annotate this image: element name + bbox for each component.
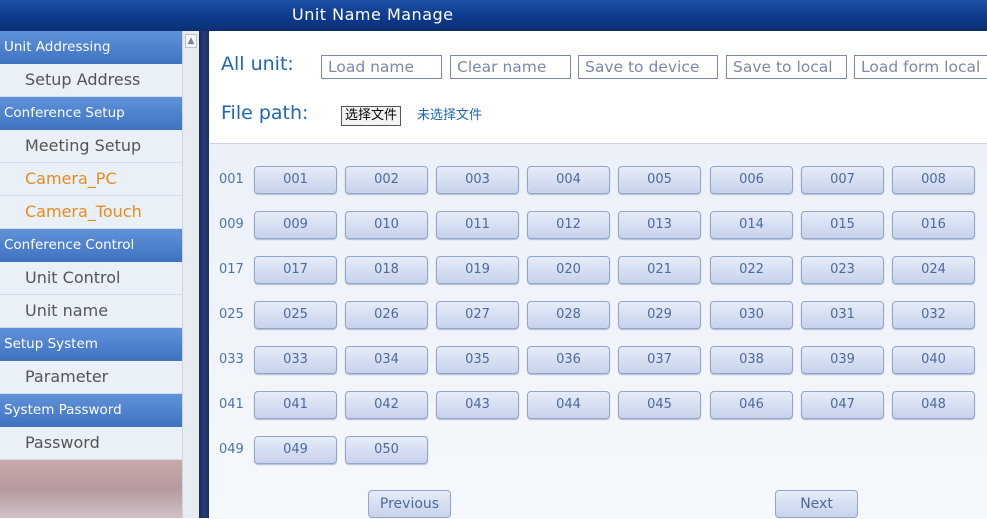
previous-button[interactable]: Previous [368,490,451,518]
unit-button[interactable]: 018 [345,256,428,284]
row-label: 001 [219,172,244,187]
unit-button[interactable]: 010 [345,211,428,239]
main-panel: All unit: Load name Clear name Save to d… [209,31,987,519]
unit-button[interactable]: 021 [618,256,701,284]
sidebar-section-header[interactable]: Conference Control [0,229,182,262]
unit-button[interactable]: 038 [710,346,793,374]
save-to-device-button[interactable]: Save to device [578,55,718,79]
sidebar-section-header[interactable]: Unit Addressing [0,31,182,64]
load-name-button[interactable]: Load name [321,55,442,79]
sidebar-section-header[interactable]: Setup System [0,328,182,361]
unit-button[interactable]: 025 [254,301,337,329]
unit-button[interactable]: 042 [345,391,428,419]
unit-button[interactable]: 017 [254,256,337,284]
unit-button[interactable]: 036 [527,346,610,374]
save-to-local-button[interactable]: Save to local [726,55,847,79]
scroll-up-arrow-icon[interactable]: ▲ [185,34,197,48]
unit-button[interactable]: 029 [618,301,701,329]
unit-button[interactable]: 048 [892,391,975,419]
unit-button[interactable]: 015 [801,211,884,239]
unit-button[interactable]: 049 [254,436,337,464]
unit-button[interactable]: 004 [527,166,610,194]
unit-button[interactable]: 031 [801,301,884,329]
unit-button[interactable]: 006 [710,166,793,194]
unit-button[interactable]: 050 [345,436,428,464]
unit-button[interactable]: 028 [527,301,610,329]
unit-button[interactable]: 032 [892,301,975,329]
sidebar-item[interactable]: Meeting Setup [0,130,182,163]
unit-button[interactable]: 008 [892,166,975,194]
row-label: 033 [219,352,244,367]
choose-file-button[interactable]: 选择文件 [341,106,402,126]
sidebar-item[interactable]: Camera_PC [0,163,182,196]
unit-button[interactable]: 005 [618,166,701,194]
unit-button[interactable]: 033 [254,346,337,374]
sidebar-scrollbar[interactable]: ▲ [182,31,199,518]
unit-button[interactable]: 024 [892,256,975,284]
unit-button[interactable]: 007 [801,166,884,194]
unit-button[interactable]: 002 [345,166,428,194]
unit-button[interactable]: 019 [436,256,519,284]
unit-button[interactable]: 040 [892,346,975,374]
unit-button[interactable]: 043 [436,391,519,419]
sidebar-item[interactable]: Unit name [0,295,182,328]
sidebar: Unit Addressing Setup Address Conference S… [0,31,182,518]
unit-button[interactable]: 013 [618,211,701,239]
panel-divider [199,31,209,518]
unit-grid: 001 001 002 003 004 005 006 007 008 009 009 010 011 0… [210,143,987,519]
file-path-label: File path: [221,102,309,124]
sidebar-item[interactable]: Unit Control [0,262,182,295]
unit-button[interactable]: 011 [436,211,519,239]
unit-button[interactable]: 046 [710,391,793,419]
row-label: 017 [219,262,244,277]
sidebar-item[interactable]: Setup Address [0,64,182,97]
sidebar-section-header[interactable]: Conference Setup [0,97,182,130]
page-title: Unit Name Manage [292,5,454,24]
row-label: 009 [219,217,244,232]
row-label: 041 [219,397,244,412]
unit-button[interactable]: 039 [801,346,884,374]
title-bar: Unit Name Manage [0,0,987,32]
file-status-text: 未选择文件 [417,108,483,123]
unit-button[interactable]: 023 [801,256,884,284]
unit-button[interactable]: 034 [345,346,428,374]
unit-button[interactable]: 020 [527,256,610,284]
next-button[interactable]: Next [775,490,858,518]
sidebar-section-header[interactable]: System Password [0,394,182,427]
unit-button[interactable]: 027 [436,301,519,329]
unit-button[interactable]: 026 [345,301,428,329]
unit-button[interactable]: 001 [254,166,337,194]
row-label: 049 [219,442,244,457]
unit-button[interactable]: 003 [436,166,519,194]
sidebar-item[interactable]: Parameter [0,361,182,394]
sidebar-item[interactable]: Password [0,427,182,460]
unit-button[interactable]: 041 [254,391,337,419]
unit-button[interactable]: 016 [892,211,975,239]
unit-button[interactable]: 035 [436,346,519,374]
unit-button[interactable]: 030 [710,301,793,329]
load-from-local-button[interactable]: Load form local [854,55,987,79]
unit-button[interactable]: 044 [527,391,610,419]
row-label: 025 [219,307,244,322]
unit-button[interactable]: 014 [710,211,793,239]
unit-button[interactable]: 012 [527,211,610,239]
unit-button[interactable]: 037 [618,346,701,374]
all-unit-label: All unit: [221,53,294,75]
unit-button[interactable]: 009 [254,211,337,239]
unit-button[interactable]: 047 [801,391,884,419]
unit-button[interactable]: 045 [618,391,701,419]
clear-name-button[interactable]: Clear name [450,55,571,79]
sidebar-item[interactable]: Camera_Touch [0,196,182,229]
unit-button[interactable]: 022 [710,256,793,284]
